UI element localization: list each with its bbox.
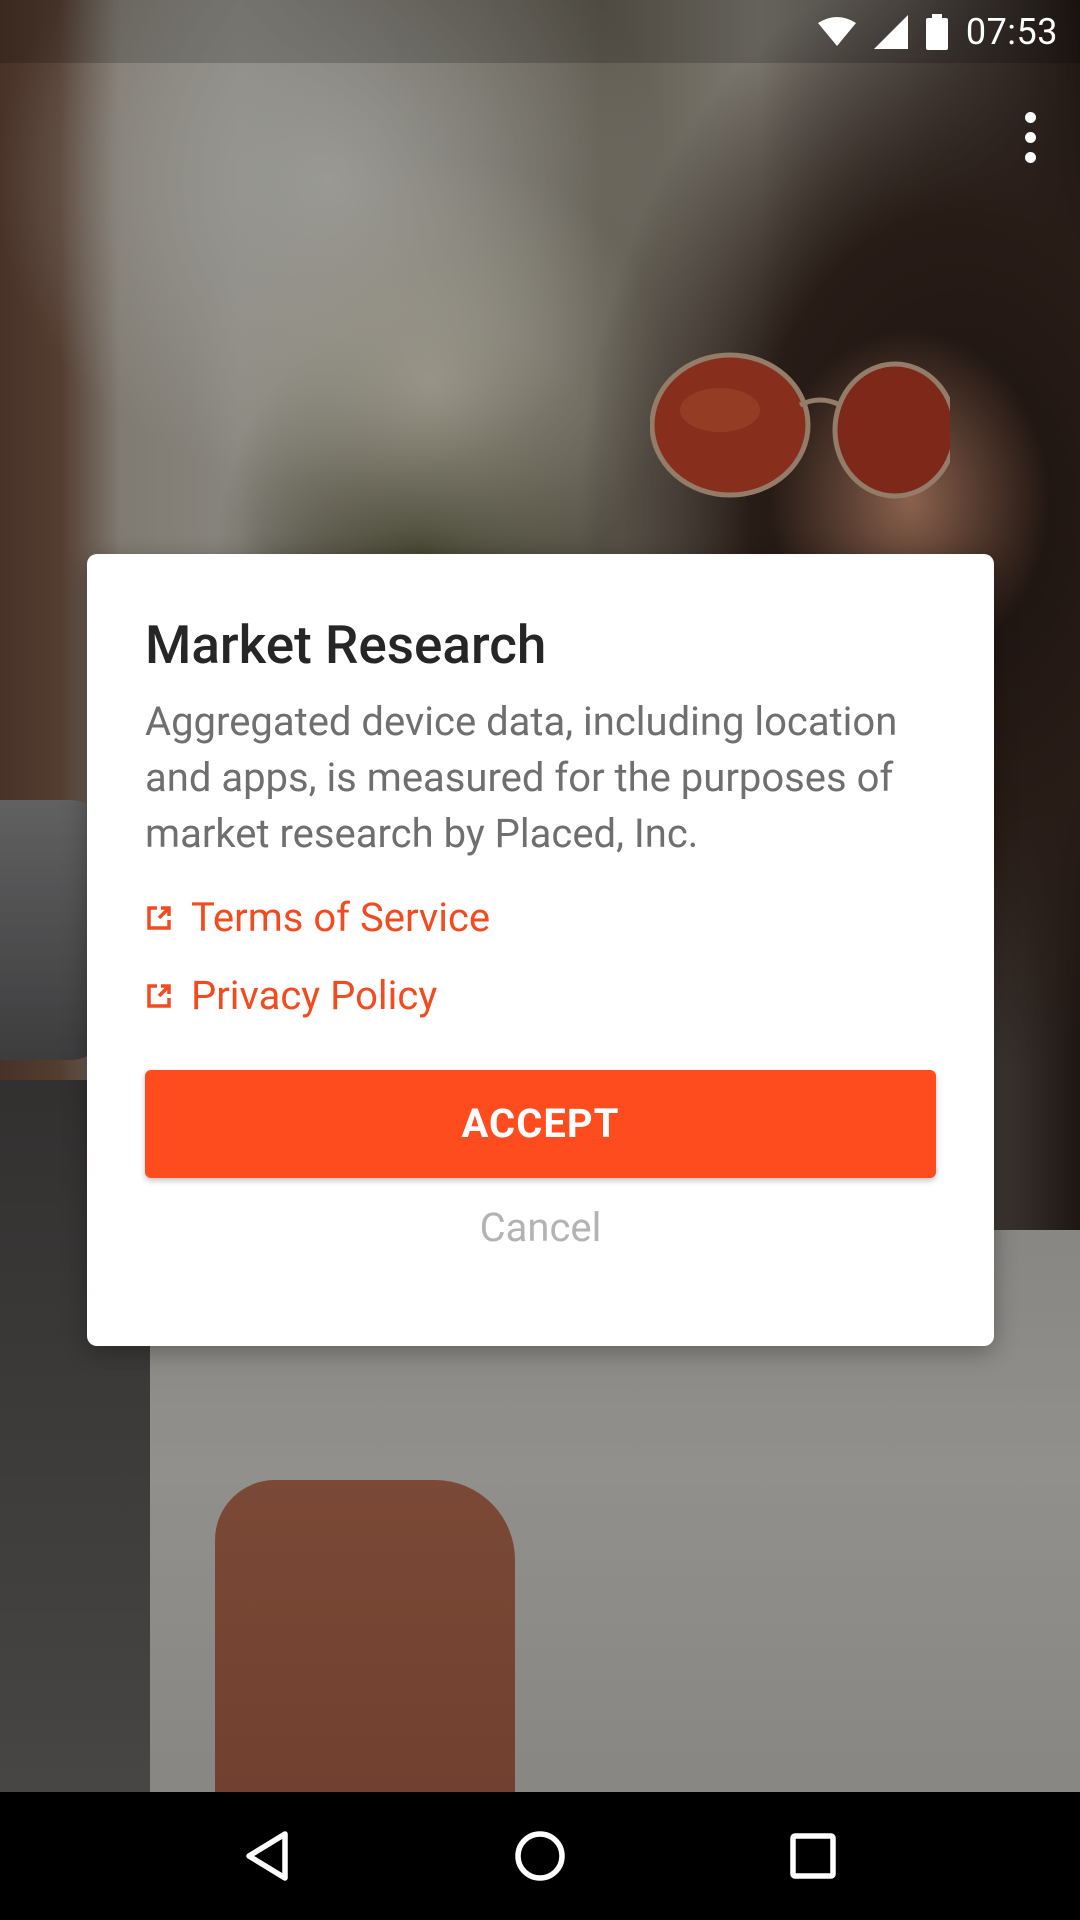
market-research-dialog: Market Research Aggregated device data, … [87, 554, 994, 1346]
external-link-icon [147, 905, 171, 930]
privacy-policy-link[interactable]: Privacy Policy [145, 968, 936, 1024]
overflow-dot [1024, 111, 1036, 123]
back-icon [245, 1831, 288, 1881]
more-vert-icon[interactable] [1000, 105, 1060, 169]
overflow-dot [1024, 131, 1036, 143]
terms-of-service-link[interactable]: Terms of Service [145, 890, 936, 946]
external-link-icon [147, 983, 171, 1008]
navigation-bar [0, 1792, 1080, 1920]
battery-icon [925, 13, 948, 50]
recents-button[interactable] [765, 1808, 861, 1904]
accept-button[interactable]: ACCEPT [145, 1069, 936, 1178]
terms-of-service-label[interactable]: Terms of Service [191, 894, 490, 941]
cellular-signal-icon [873, 14, 908, 49]
home-icon [515, 1831, 565, 1881]
back-button[interactable] [219, 1808, 315, 1904]
dialog-body: Aggregated device data, including locati… [145, 697, 898, 857]
cancel-button[interactable]: Cancel [460, 1194, 622, 1261]
screen: 07:53 Market Research Aggregated device … [0, 0, 1080, 1920]
status-icons: 07:53 [817, 0, 1058, 63]
recents-icon [790, 1833, 837, 1879]
privacy-policy-label[interactable]: Privacy Policy [191, 972, 437, 1019]
status-bar: 07:53 [0, 0, 1080, 63]
home-button[interactable] [492, 1808, 588, 1904]
overflow-dot [1024, 151, 1036, 163]
dialog-title: Market Research [145, 614, 547, 676]
status-time: 07:53 [965, 10, 1058, 53]
wifi-icon [817, 16, 856, 46]
